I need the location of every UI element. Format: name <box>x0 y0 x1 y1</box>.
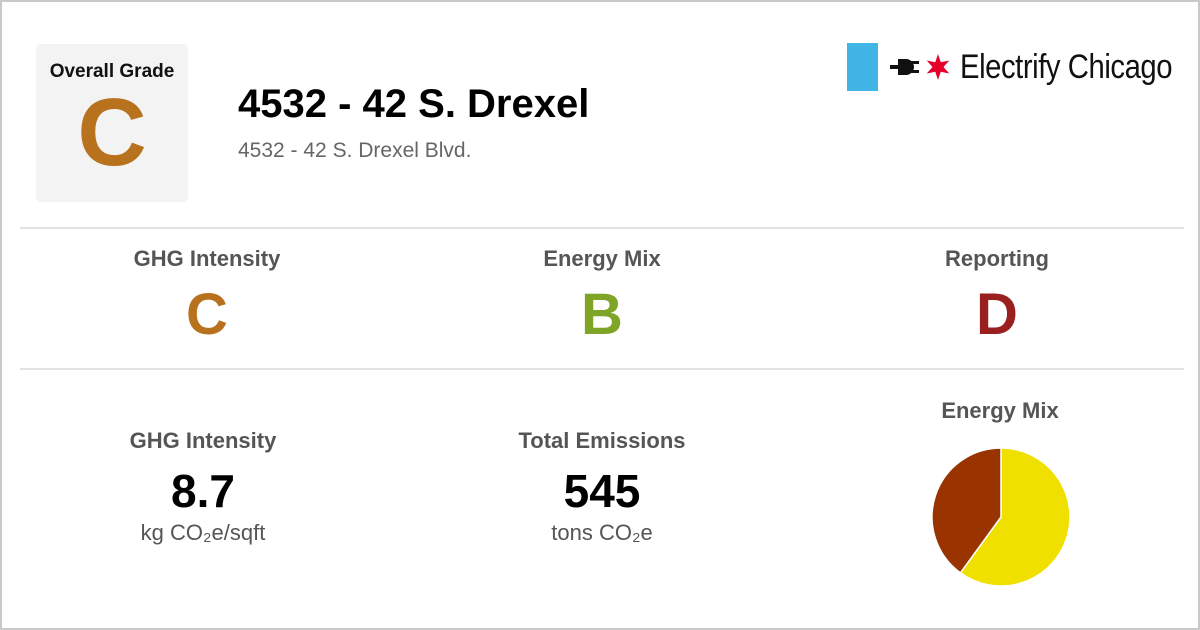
og-card: Overall Grade C 4532 - 42 S. Drexel 4532… <box>0 0 1200 630</box>
subgrade-label: Energy Mix <box>543 246 661 271</box>
subgrade-energy-mix: Energy Mix B <box>452 246 752 344</box>
brand-logo: Electrify Chicago <box>847 42 1173 92</box>
chicago-star-icon <box>926 54 950 80</box>
overall-grade-letter: C <box>77 79 147 186</box>
building-title: 4532 - 42 S. Drexel <box>238 82 590 126</box>
stat-unit: kg CO₂e/sqft <box>140 520 266 545</box>
building-address: 4532 - 42 S. Drexel Blvd. <box>238 139 472 162</box>
stat-value: 545 <box>563 465 641 517</box>
stat-label: Total Emissions <box>518 428 686 453</box>
stat-value: 8.7 <box>171 465 235 517</box>
overall-grade-box: Overall Grade C <box>36 44 188 202</box>
subgrade-label: GHG Intensity <box>133 246 281 271</box>
stat-unit: tons CO₂e <box>551 520 653 545</box>
subgrade-reporting: Reporting D <box>847 246 1147 344</box>
subgrade-letter: D <box>976 282 1018 347</box>
stat-total-emissions: Total Emissions 545 tons CO₂e <box>442 428 762 546</box>
subgrade-letter: C <box>186 282 228 347</box>
stat-ghg-intensity: GHG Intensity 8.7 kg CO₂e/sqft <box>43 428 363 546</box>
divider-bottom <box>20 368 1184 370</box>
divider-top <box>20 227 1184 229</box>
subgrade-letter: B <box>581 282 623 347</box>
plug-icon <box>890 59 919 75</box>
energy-mix-pie-chart <box>931 447 1071 587</box>
subgrade-label: Reporting <box>945 246 1049 271</box>
subgrade-ghg: GHG Intensity C <box>57 246 357 344</box>
stat-label: GHG Intensity <box>129 428 277 453</box>
flag-stripe-icon <box>847 43 878 91</box>
energy-mix-chart-title: Energy Mix <box>941 398 1059 423</box>
brand-name: Electrify Chicago <box>960 47 1173 86</box>
